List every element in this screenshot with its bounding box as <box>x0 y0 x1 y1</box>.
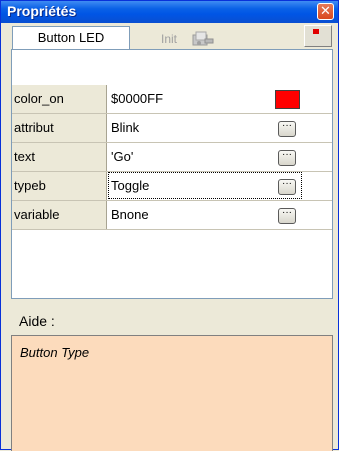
property-value[interactable]: Bnone <box>111 201 271 229</box>
property-row-color-on[interactable]: color_on $0000FF <box>12 85 332 114</box>
ellipsis-button[interactable]: ··· <box>278 121 296 137</box>
init-icon <box>192 31 214 46</box>
ellipsis-button[interactable]: ··· <box>278 179 296 195</box>
property-row-typeb[interactable]: typeb Toggle ··· <box>12 172 332 201</box>
ellipsis-button[interactable]: ··· <box>278 150 296 166</box>
properties-window: Propriétés ✕ Button LED Init color_on $0… <box>0 0 339 451</box>
property-value[interactable]: $0000FF <box>111 85 271 113</box>
ellipsis-button[interactable]: ··· <box>278 208 296 224</box>
property-value[interactable]: Toggle <box>111 172 271 200</box>
property-key: variable <box>12 201 107 229</box>
close-button[interactable]: ✕ <box>317 3 334 20</box>
aide-label: Aide : <box>19 313 55 329</box>
property-value[interactable]: Blink <box>111 114 271 142</box>
tab-button-led[interactable]: Button LED <box>12 26 130 50</box>
window-title: Propriétés <box>7 3 77 19</box>
property-key: text <box>12 143 107 171</box>
property-key: typeb <box>12 172 107 200</box>
red-indicator-icon <box>313 29 319 34</box>
aide-text: Button Type <box>20 345 90 360</box>
property-key: color_on <box>12 85 107 113</box>
property-key: attribut <box>12 114 107 142</box>
property-row-attribut[interactable]: attribut Blink ··· <box>12 114 332 143</box>
property-row-text[interactable]: text 'Go' ··· <box>12 143 332 172</box>
property-row-variable[interactable]: variable Bnone ··· <box>12 201 332 230</box>
aide-box: Button Type <box>11 335 333 451</box>
color-swatch[interactable] <box>275 90 300 109</box>
title-bar[interactable]: Propriétés ✕ <box>1 1 338 23</box>
tab-init[interactable]: Init <box>161 30 177 48</box>
property-value[interactable]: 'Go' <box>111 143 271 171</box>
